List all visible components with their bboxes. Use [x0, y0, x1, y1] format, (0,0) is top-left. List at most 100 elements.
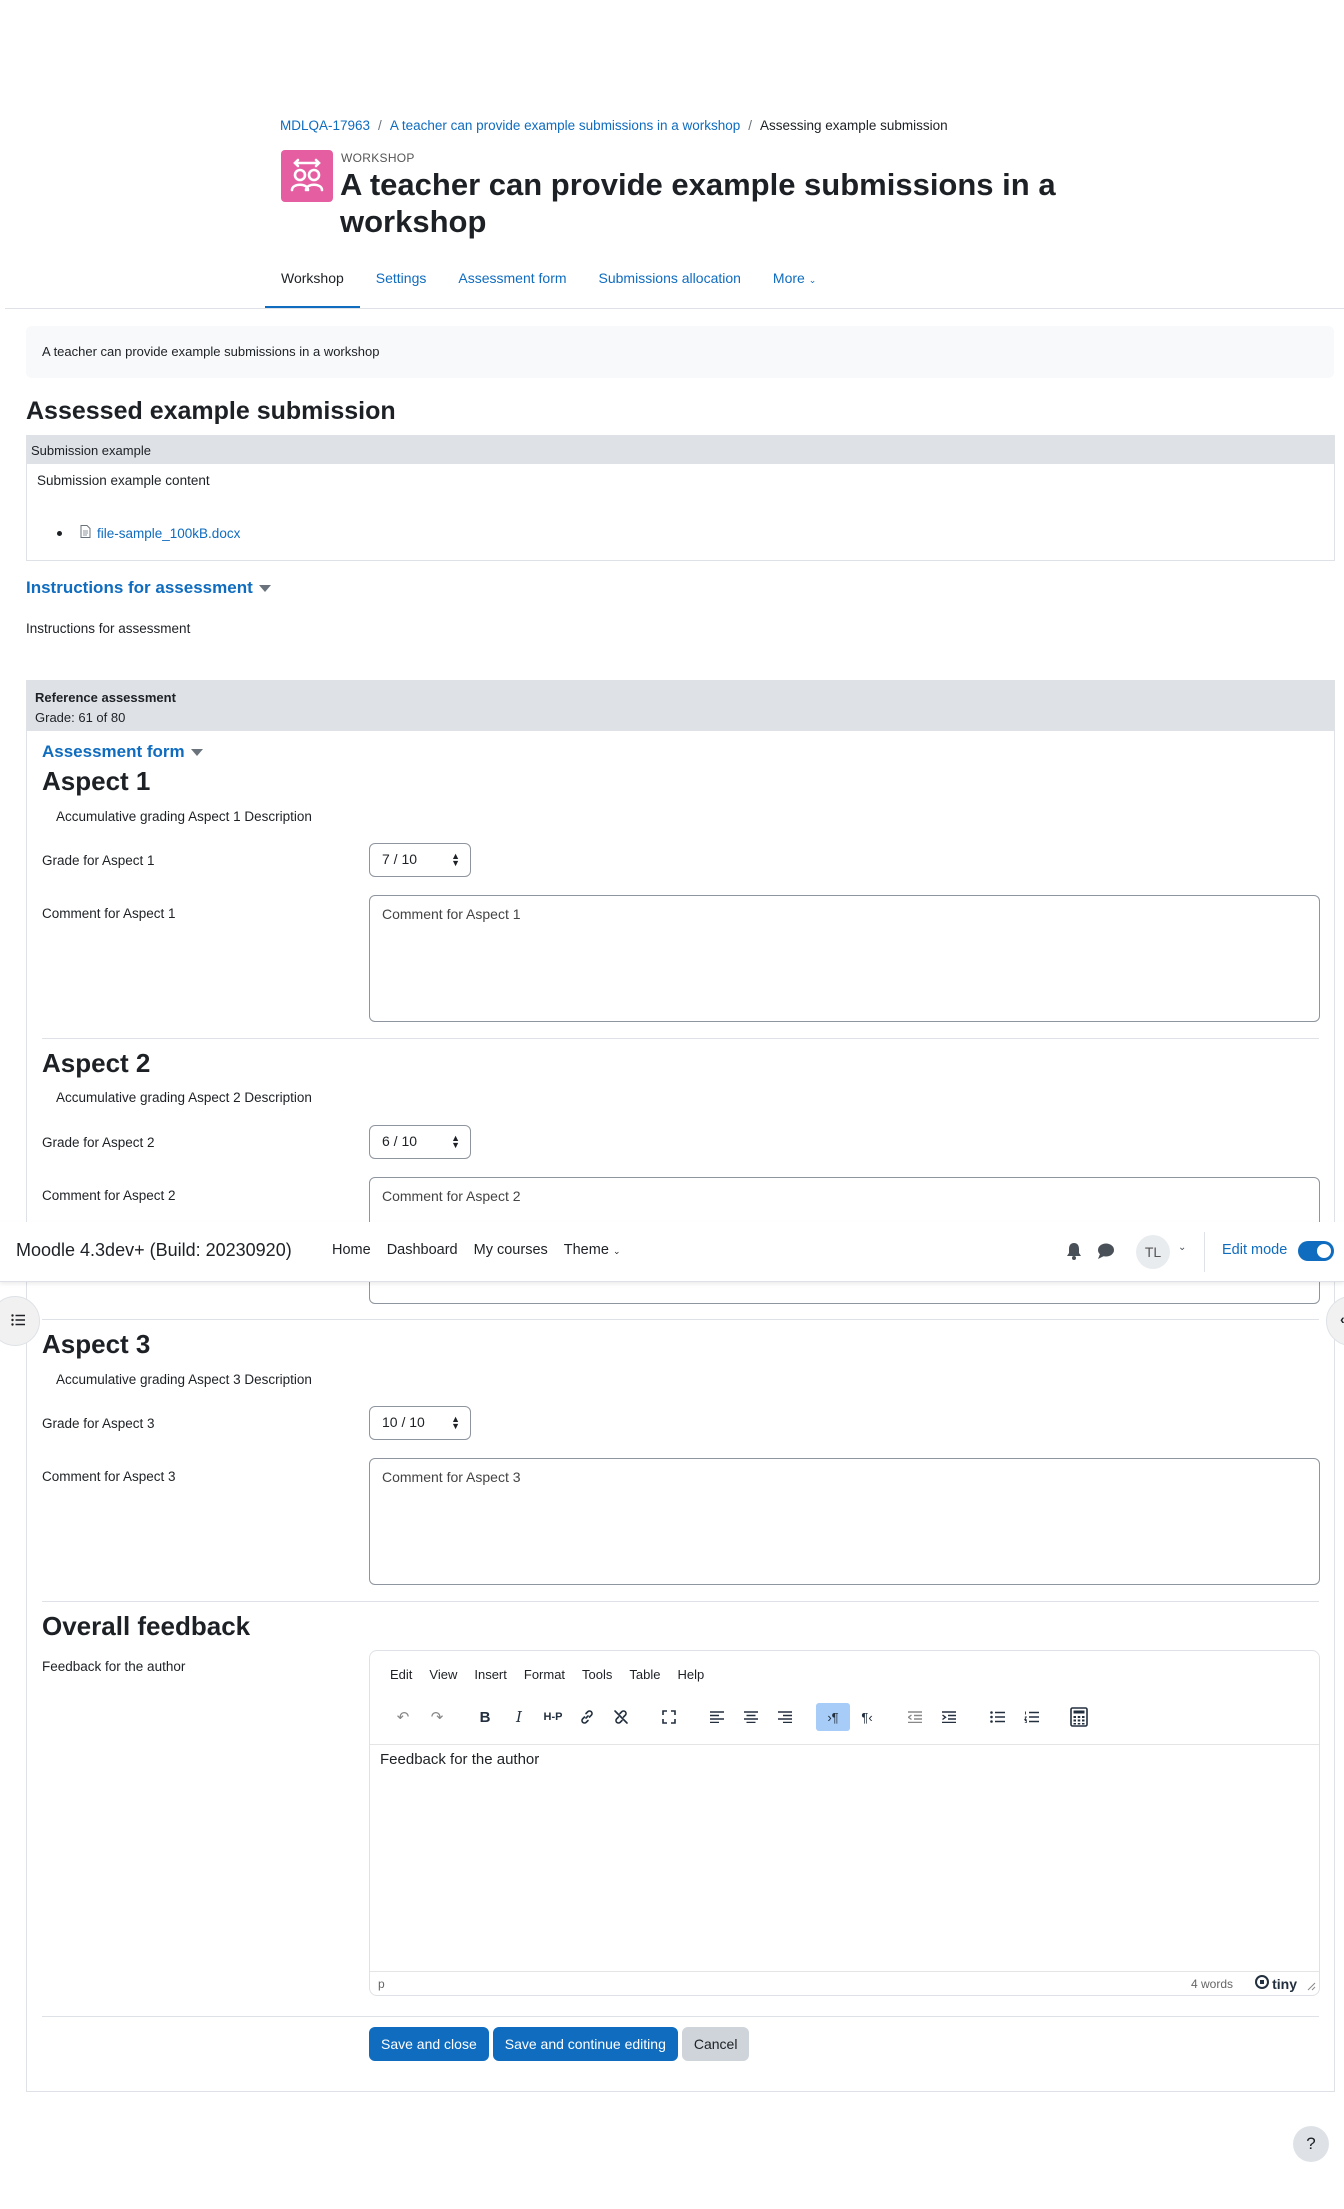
ltr-icon[interactable]: ›¶: [816, 1703, 850, 1731]
activity-description: A teacher can provide example submission…: [26, 326, 1334, 378]
rtl-icon[interactable]: ¶‹: [850, 1703, 884, 1731]
edit-mode-toggle[interactable]: [1298, 1241, 1334, 1261]
assessment-form-toggle[interactable]: Assessment form: [42, 742, 203, 762]
list-icon: [11, 1314, 25, 1329]
tab-more[interactable]: More ⌄: [757, 262, 832, 309]
nav-my-courses[interactable]: My courses: [474, 1242, 548, 1258]
grade-select[interactable]: 10 / 10 ▲ ▼: [369, 1406, 471, 1440]
aspect-title: Aspect 1: [42, 766, 151, 796]
nav-theme[interactable]: Theme ⌄: [564, 1242, 621, 1258]
assessment-form-toggle-label: Assessment form: [42, 742, 185, 761]
numbered-list-icon[interactable]: [1014, 1703, 1048, 1731]
divider: [5, 308, 1344, 309]
menu-insert[interactable]: Insert: [474, 1667, 507, 1682]
tab-workshop[interactable]: Workshop: [265, 262, 360, 309]
align-center-icon[interactable]: [734, 1703, 768, 1731]
aspect-title: Aspect 2: [42, 1048, 151, 1078]
breadcrumb-separator: /: [748, 118, 753, 133]
sort-arrows-icon: ▲ ▼: [451, 851, 460, 868]
comment-textarea[interactable]: Comment for Aspect 1: [369, 895, 1320, 1022]
breadcrumb-item-workshop[interactable]: A teacher can provide example submission…: [390, 118, 740, 133]
aspect-description: Accumulative grading Aspect 2 Descriptio…: [56, 1090, 312, 1105]
tab-settings[interactable]: Settings: [360, 262, 443, 309]
submission-title: Submission example: [27, 436, 1334, 464]
redo-icon[interactable]: ↷: [420, 1703, 454, 1731]
divider: [42, 1038, 1319, 1039]
tab-more-label: More: [772, 270, 805, 286]
menu-help[interactable]: Help: [677, 1667, 704, 1682]
tab-submissions-allocation[interactable]: Submissions allocation: [583, 262, 757, 309]
menu-tools[interactable]: Tools: [582, 1667, 612, 1682]
page-title: A teacher can provide example submission…: [340, 167, 1056, 239]
undo-icon[interactable]: ↶: [386, 1703, 420, 1731]
breadcrumb-item-course[interactable]: MDLQA-17963: [280, 118, 370, 133]
breadcrumb-current: Assessing example submission: [760, 118, 948, 133]
align-left-icon[interactable]: [700, 1703, 734, 1731]
tiny-icon: [1255, 1975, 1270, 1992]
menu-table[interactable]: Table: [629, 1667, 660, 1682]
chevron-left-icon: ‹: [1340, 1311, 1344, 1327]
link-icon[interactable]: [570, 1703, 604, 1731]
grade-label: Grade for Aspect 1: [42, 853, 155, 868]
menu-view[interactable]: View: [429, 1667, 457, 1682]
unlink-icon[interactable]: [604, 1703, 638, 1731]
fullscreen-icon[interactable]: [652, 1703, 686, 1731]
grade-select-value: 7 / 10: [382, 851, 418, 867]
divider: [42, 1319, 1319, 1320]
feedback-heading: Overall feedback: [42, 1611, 251, 1641]
navbar: Moodle 4.3dev+ (Build: 20230920) Home Da…: [0, 1222, 1344, 1282]
avatar[interactable]: TL: [1136, 1235, 1170, 1269]
sort-arrows-icon: ▲ ▼: [451, 1414, 460, 1431]
submission-box: Submission example Submission example co…: [26, 435, 1335, 561]
grade-select-value: 10 / 10: [382, 1414, 425, 1430]
caret-down-icon: [258, 584, 271, 592]
comment-textarea[interactable]: Comment for Aspect 3: [369, 1458, 1320, 1585]
italic-icon[interactable]: I: [502, 1703, 536, 1731]
breadcrumb-separator: /: [378, 118, 382, 133]
menu-format[interactable]: Format: [524, 1667, 565, 1682]
attachment-item: file-sample_100kB.docx: [57, 525, 1334, 541]
cancel-button[interactable]: Cancel: [681, 2027, 750, 2061]
resize-handle-icon[interactable]: [1307, 1980, 1316, 1994]
calculator-icon[interactable]: [1062, 1703, 1096, 1731]
align-right-icon[interactable]: [768, 1703, 802, 1731]
nav-dashboard[interactable]: Dashboard: [387, 1242, 458, 1258]
bullet-list-icon[interactable]: [980, 1703, 1014, 1731]
tiny-logo[interactable]: tiny: [1255, 1975, 1297, 1992]
bold-icon[interactable]: B: [468, 1703, 502, 1731]
aspect-description: Accumulative grading Aspect 3 Descriptio…: [56, 1372, 312, 1387]
feedback-label: Feedback for the author: [42, 1659, 186, 1674]
chevron-down-icon: ⌄: [808, 275, 817, 285]
editor-content[interactable]: Feedback for the author: [380, 1751, 539, 1768]
save-continue-button[interactable]: Save and continue editing: [492, 2027, 678, 2061]
help-button[interactable]: ?: [1293, 2126, 1329, 2162]
instructions-toggle-label: Instructions for assessment: [26, 578, 253, 597]
editor-statusbar: p 4 words tiny: [370, 1971, 1319, 1995]
grade-label: Grade for Aspect 2: [42, 1135, 155, 1150]
divider: [42, 1601, 1319, 1602]
attachment-link[interactable]: file-sample_100kB.docx: [97, 526, 240, 541]
outdent-icon[interactable]: [898, 1703, 932, 1731]
site-name[interactable]: Moodle 4.3dev+ (Build: 20230920): [16, 1240, 292, 1261]
document-icon: [80, 525, 91, 541]
nav-home[interactable]: Home: [332, 1242, 371, 1258]
tab-assessment-form[interactable]: Assessment form: [442, 262, 582, 309]
grade-select[interactable]: 6 / 10 ▲ ▼: [369, 1125, 471, 1159]
workshop-icon: [281, 150, 333, 202]
grade-select-value: 6 / 10: [382, 1133, 418, 1149]
chevron-down-icon: ⌄: [612, 1246, 621, 1256]
notification-bell-icon[interactable]: [1066, 1242, 1082, 1263]
aspect-description: Accumulative grading Aspect 1 Descriptio…: [56, 809, 312, 824]
h5p-icon[interactable]: H-P: [536, 1703, 570, 1731]
chevron-down-icon[interactable]: ⌄: [1178, 1242, 1186, 1253]
messages-icon[interactable]: [1097, 1243, 1115, 1262]
instructions-toggle[interactable]: Instructions for assessment: [26, 578, 271, 598]
sort-arrows-icon: ▲ ▼: [451, 1133, 460, 1150]
word-count[interactable]: 4 words: [1191, 1977, 1233, 1991]
grade-select[interactable]: 7 / 10 ▲ ▼: [369, 843, 471, 877]
save-close-button[interactable]: Save and close: [369, 2027, 489, 2061]
element-path[interactable]: p: [378, 1977, 385, 1991]
menu-edit[interactable]: Edit: [390, 1667, 412, 1682]
indent-icon[interactable]: [932, 1703, 966, 1731]
activity-type-label: WORKSHOP: [341, 151, 415, 165]
